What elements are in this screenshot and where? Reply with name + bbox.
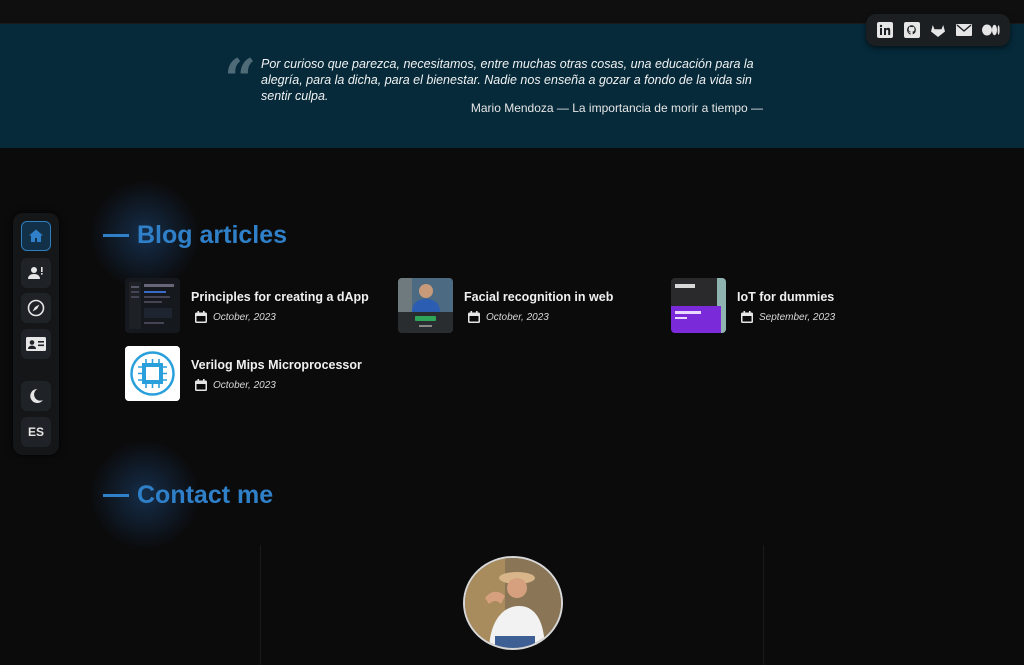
- article-card[interactable]: Facial recognition in web October, 2023: [398, 278, 613, 333]
- article-title: Principles for creating a dApp: [191, 290, 369, 304]
- medium-icon[interactable]: [981, 21, 1000, 39]
- contact-card-icon[interactable]: [21, 329, 51, 359]
- quote-author: Mario Mendoza — La importancia de morir …: [470, 101, 763, 115]
- about-icon[interactable]: [21, 258, 51, 288]
- article-title: Facial recognition in web: [464, 290, 614, 304]
- quote-text: Por curioso que parezca, necesitamos, en…: [261, 57, 754, 103]
- mail-icon[interactable]: [955, 21, 973, 39]
- language-toggle-button[interactable]: ES: [21, 417, 51, 447]
- article-card[interactable]: Verilog Mips Microprocessor October, 202…: [125, 346, 362, 401]
- title-dash: [103, 494, 129, 497]
- article-date-text: October, 2023: [486, 311, 549, 323]
- article-date: October, 2023: [464, 311, 613, 323]
- calendar-icon: [195, 311, 207, 323]
- avatar: [463, 556, 563, 650]
- article-thumbnail: [398, 278, 453, 333]
- blog-title-text: Blog articles: [137, 221, 288, 249]
- article-date-text: October, 2023: [213, 379, 276, 391]
- calendar-icon: [468, 311, 480, 323]
- home-icon[interactable]: [21, 221, 51, 251]
- article-title: IoT for dummies: [737, 290, 835, 304]
- contact-section-title: Contact me: [103, 481, 273, 510]
- explore-icon[interactable]: [21, 293, 51, 323]
- gitlab-icon[interactable]: [929, 21, 947, 39]
- calendar-icon: [195, 379, 207, 391]
- article-card[interactable]: Principles for creating a dApp October, …: [125, 278, 369, 333]
- article-title: Verilog Mips Microprocessor: [191, 358, 362, 372]
- side-nav: ES: [13, 213, 59, 455]
- article-date: September, 2023: [737, 311, 835, 323]
- moon-icon[interactable]: [21, 381, 51, 411]
- linkedin-icon[interactable]: [876, 21, 894, 39]
- title-dash: [103, 234, 129, 237]
- blog-section-title: Blog articles: [103, 221, 287, 250]
- contact-title-text: Contact me: [137, 481, 274, 509]
- article-card[interactable]: IoT for dummies September, 2023: [671, 278, 835, 333]
- article-thumbnail: [125, 346, 180, 401]
- article-thumbnail: [125, 278, 180, 333]
- article-date: October, 2023: [191, 311, 369, 323]
- article-date-text: September, 2023: [759, 311, 836, 323]
- article-date-text: October, 2023: [213, 311, 276, 323]
- article-date: October, 2023: [191, 379, 362, 391]
- github-icon[interactable]: [903, 21, 921, 39]
- quote-mark-icon: “: [224, 47, 257, 113]
- article-thumbnail: [671, 278, 726, 333]
- social-links: [866, 14, 1010, 46]
- calendar-icon: [741, 311, 753, 323]
